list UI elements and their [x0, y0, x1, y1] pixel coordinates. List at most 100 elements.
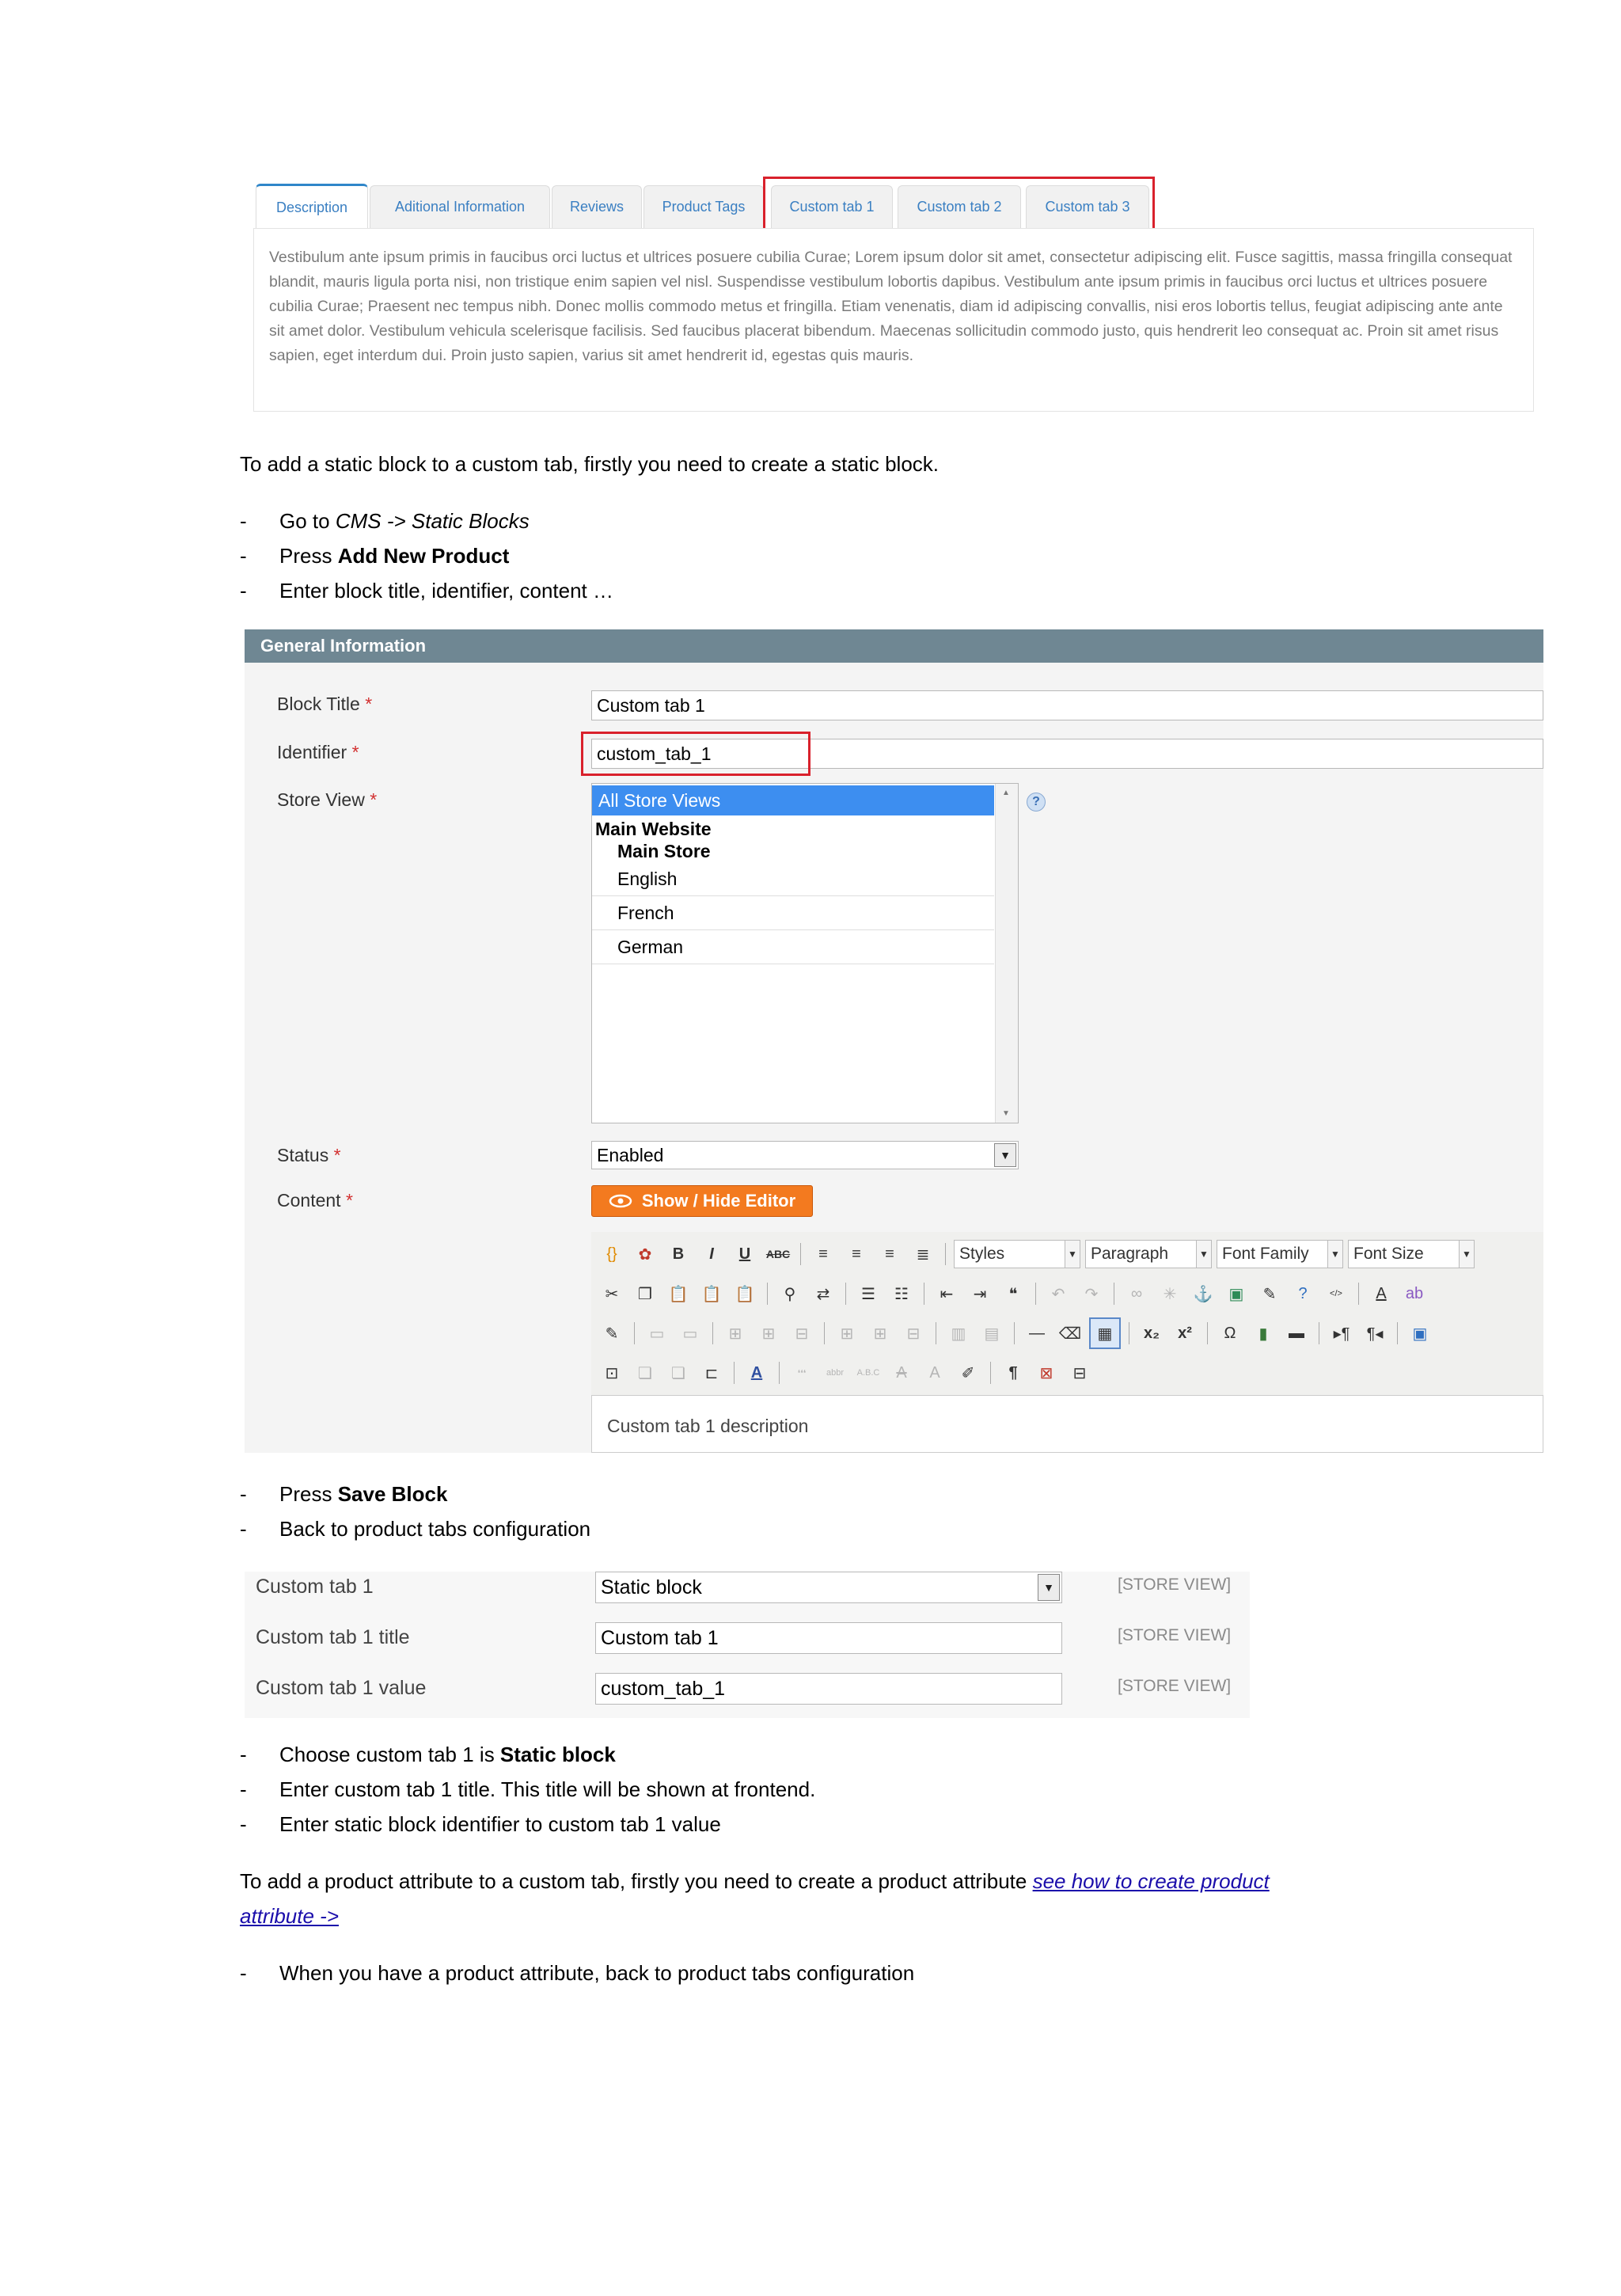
html-source-icon[interactable]: </>	[1322, 1279, 1350, 1308]
cleanup-icon[interactable]: ✎	[1255, 1279, 1284, 1308]
non-breaking-icon[interactable]: ⊠	[1032, 1359, 1061, 1387]
numbered-list-icon[interactable]: ☷	[887, 1279, 916, 1308]
rtl-icon[interactable]: ¶◂	[1361, 1319, 1389, 1348]
absolute-icon[interactable]: ⊡	[598, 1359, 626, 1387]
form-header: General Information	[245, 629, 1543, 663]
align-left-icon[interactable]: ≡	[809, 1240, 837, 1268]
insert-text-icon[interactable]: A	[921, 1359, 949, 1387]
styles-select[interactable]: Styles ▼	[954, 1240, 1080, 1268]
strikethrough-icon[interactable]: ABC	[764, 1240, 792, 1268]
cite-icon[interactable]: ❛❛❛	[788, 1359, 816, 1387]
layer-icon[interactable]: ▬	[1282, 1319, 1311, 1348]
superscript-icon[interactable]: x²	[1171, 1319, 1199, 1348]
scope-badge: [STORE VIEW]	[1118, 1677, 1232, 1695]
identifier-highlight	[581, 732, 810, 776]
bold-icon[interactable]: B	[664, 1240, 693, 1268]
editor-content[interactable]: Custom tab 1 description	[607, 1416, 808, 1437]
acronym-icon[interactable]: A.B.C	[854, 1359, 883, 1387]
custom-tab-1-type-select[interactable]: Static block ▼	[595, 1572, 1062, 1603]
merge-cells-icon[interactable]: ▤	[978, 1319, 1006, 1348]
status-select[interactable]: Enabled ▼	[591, 1141, 1019, 1169]
replace-icon[interactable]: ⇄	[809, 1279, 837, 1308]
align-center-icon[interactable]: ≡	[842, 1240, 871, 1268]
redo-icon[interactable]: ↷	[1077, 1279, 1106, 1308]
image-insert-icon[interactable]: ✿	[631, 1240, 659, 1268]
italic-icon[interactable]: I	[697, 1240, 726, 1268]
image-icon[interactable]: ▣	[1222, 1279, 1251, 1308]
fullscreen-icon[interactable]: ▣	[1406, 1319, 1434, 1348]
visual-chars-icon[interactable]: ¶	[999, 1359, 1027, 1387]
create-attribute-link-arrow[interactable]: attribute ->	[240, 1904, 339, 1928]
store-option-german[interactable]: German	[592, 931, 994, 964]
tab-reviews[interactable]: Reviews	[552, 185, 642, 228]
style-props-icon[interactable]: A	[742, 1359, 771, 1387]
listbox-scrollbar[interactable]: ▲ ▼	[995, 784, 1018, 1123]
indent-icon[interactable]: ⇥	[966, 1279, 994, 1308]
insert-col-after-icon[interactable]: ⊞	[866, 1319, 894, 1348]
row-props-icon[interactable]: ▭	[643, 1319, 671, 1348]
show-hide-editor-button[interactable]: Show / Hide Editor	[591, 1185, 813, 1217]
font-family-select[interactable]: Font Family ▼	[1217, 1240, 1343, 1268]
unlink-icon[interactable]: ✳	[1156, 1279, 1184, 1308]
help-icon[interactable]: ?	[1027, 793, 1046, 812]
cell-props-icon[interactable]: ▭	[676, 1319, 704, 1348]
delete-col-icon[interactable]: ⊟	[899, 1319, 928, 1348]
page-break-icon[interactable]: ⊟	[1065, 1359, 1094, 1387]
undo-icon[interactable]: ↶	[1044, 1279, 1072, 1308]
delete-row-icon[interactable]: ⊟	[788, 1319, 816, 1348]
find-icon[interactable]: ⚲	[776, 1279, 804, 1308]
edit-css-icon[interactable]: ✎	[598, 1319, 626, 1348]
tab-aditional-information[interactable]: Aditional Information	[370, 185, 550, 228]
paste-text-icon[interactable]: 📋	[697, 1279, 726, 1308]
scroll-down-icon[interactable]: ▼	[1002, 1109, 1010, 1118]
blockquote-icon[interactable]: ❝	[999, 1279, 1027, 1308]
special-char-icon[interactable]: Ω	[1216, 1319, 1244, 1348]
eraser-icon[interactable]: ⌫	[1056, 1319, 1084, 1348]
custom-tab-1-value-input[interactable]: custom_tab_1	[595, 1673, 1062, 1705]
media-icon[interactable]: ▮	[1249, 1319, 1277, 1348]
tab-description[interactable]: Description	[256, 184, 368, 230]
split-cells-icon[interactable]: ▥	[944, 1319, 973, 1348]
outdent-icon[interactable]: ⇤	[932, 1279, 961, 1308]
paste-icon[interactable]: 📋	[664, 1279, 693, 1308]
link-icon[interactable]: ∞	[1122, 1279, 1151, 1308]
paste-word-icon[interactable]: 📋	[731, 1279, 759, 1308]
horizontal-rule-icon[interactable]: —	[1023, 1319, 1051, 1348]
paragraph-select[interactable]: Paragraph ▼	[1085, 1240, 1212, 1268]
align-right-icon[interactable]: ≡	[875, 1240, 904, 1268]
font-size-select[interactable]: Font Size ▼	[1348, 1240, 1475, 1268]
insert-row-after-icon[interactable]: ⊞	[754, 1319, 783, 1348]
insert-layer-icon[interactable]: ⊏	[697, 1359, 726, 1387]
subscript-icon[interactable]: x₂	[1137, 1319, 1166, 1348]
table-icon[interactable]: ▦	[1089, 1317, 1121, 1349]
create-attribute-link[interactable]: see how to create product	[1033, 1869, 1270, 1893]
scroll-up-icon[interactable]: ▲	[1002, 789, 1010, 797]
abbr-icon[interactable]: abbr	[821, 1359, 849, 1387]
help-editor-icon[interactable]: ?	[1289, 1279, 1317, 1308]
copy-icon[interactable]: ❐	[631, 1279, 659, 1308]
highlight-color-icon[interactable]: ab	[1400, 1279, 1429, 1308]
text-color-icon[interactable]: A	[1367, 1279, 1395, 1308]
block-title-input[interactable]: Custom tab 1	[591, 690, 1543, 720]
cut-icon[interactable]: ✂	[598, 1279, 626, 1308]
bullet-list-icon[interactable]: ☰	[854, 1279, 883, 1308]
delete-text-icon[interactable]: A	[887, 1359, 916, 1387]
move-backward-icon[interactable]: ❏	[664, 1359, 693, 1387]
store-option-french[interactable]: French	[592, 897, 994, 930]
attributes-icon[interactable]: ✐	[954, 1359, 982, 1387]
align-justify-icon[interactable]: ≣	[909, 1240, 937, 1268]
chevron-down-icon[interactable]: ▼	[1038, 1574, 1060, 1601]
store-option-all[interactable]: All Store Views	[592, 785, 994, 815]
tab-product-tags[interactable]: Product Tags	[643, 185, 764, 228]
move-forward-icon[interactable]: ❏	[631, 1359, 659, 1387]
store-option-english[interactable]: English	[592, 863, 994, 896]
insert-row-before-icon[interactable]: ⊞	[721, 1319, 750, 1348]
widget-icon[interactable]: {}	[598, 1240, 626, 1268]
anchor-icon[interactable]: ⚓	[1189, 1279, 1217, 1308]
custom-tab-1-title-input[interactable]: Custom tab 1	[595, 1622, 1062, 1654]
store-view-multiselect[interactable]: All Store Views Main Website Main Store …	[591, 783, 1019, 1123]
ltr-icon[interactable]: ▸¶	[1327, 1319, 1356, 1348]
insert-col-before-icon[interactable]: ⊞	[833, 1319, 861, 1348]
chevron-down-icon[interactable]: ▼	[994, 1143, 1016, 1167]
underline-icon[interactable]: U	[731, 1240, 759, 1268]
